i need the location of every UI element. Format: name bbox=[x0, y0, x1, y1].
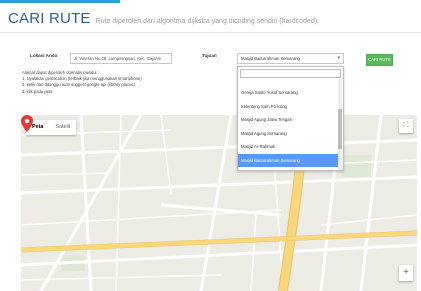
chevron-down-icon: ▾ bbox=[337, 55, 340, 61]
dropdown-scrollbar[interactable] bbox=[338, 79, 342, 170]
page-header: CARI RUTE Rute diperoleh dari algoritma … bbox=[8, 10, 319, 27]
destination-select-value: Masjid Baiturrahman Semarang bbox=[241, 56, 300, 61]
map-view[interactable]: Peta Satelit ⛶ + bbox=[21, 115, 417, 291]
destination-label: Tujuan bbox=[202, 53, 217, 58]
dropdown-option[interactable]: Kelenteng Sam Po Kong bbox=[238, 100, 338, 114]
dropdown-option[interactable]: Masjid Baiturrahman Semarang bbox=[238, 153, 338, 167]
dropdown-option[interactable]: Masjid Agung Jawa Tengah bbox=[238, 113, 338, 127]
map-type-control: Peta Satelit bbox=[26, 120, 77, 135]
page-title: CARI RUTE bbox=[8, 10, 91, 27]
map-type-satellite-button[interactable]: Satelit bbox=[49, 120, 76, 135]
fullscreen-icon[interactable]: ⛶ bbox=[399, 119, 413, 133]
plus-icon[interactable]: + bbox=[399, 265, 413, 281]
info-text: Alamat dapat diperoleh otomatis melalui … bbox=[22, 70, 232, 95]
dropdown-list: Gereja Santo Yusuf Semarang Kelenteng Sa… bbox=[238, 86, 338, 167]
destination-dropdown: ▴ Gereja Santo Yusuf Semarang Kelenteng … bbox=[237, 66, 344, 171]
destination-select[interactable]: Masjid Baiturrahman Semarang ▾ bbox=[237, 53, 344, 64]
dropdown-option[interactable]: Gereja Santo Yusuf Semarang bbox=[238, 86, 338, 100]
top-accent-bar bbox=[0, 0, 120, 3]
location-input[interactable]: Jl. Veteran No.29, Lamposngsari, Kec. Ga… bbox=[70, 53, 172, 64]
map-streets bbox=[21, 115, 417, 291]
info-line: 3. klik pada peta bbox=[22, 88, 53, 94]
dropdown-search-input[interactable] bbox=[240, 69, 341, 78]
header-divider bbox=[0, 32, 421, 33]
location-label: Lokasi Anda bbox=[30, 53, 58, 58]
page-subtitle: Rute diperoleh dari algoritma dijkstra y… bbox=[95, 18, 319, 25]
map-marker-icon[interactable] bbox=[21, 115, 33, 132]
scrollbar-thumb[interactable] bbox=[338, 109, 342, 149]
dropdown-option[interactable]: Masjid Ar-Rahmah bbox=[238, 140, 338, 154]
search-route-button[interactable]: CARI RUTE bbox=[366, 54, 393, 66]
dropdown-option[interactable]: Masjid Agung Semarang bbox=[238, 127, 338, 141]
